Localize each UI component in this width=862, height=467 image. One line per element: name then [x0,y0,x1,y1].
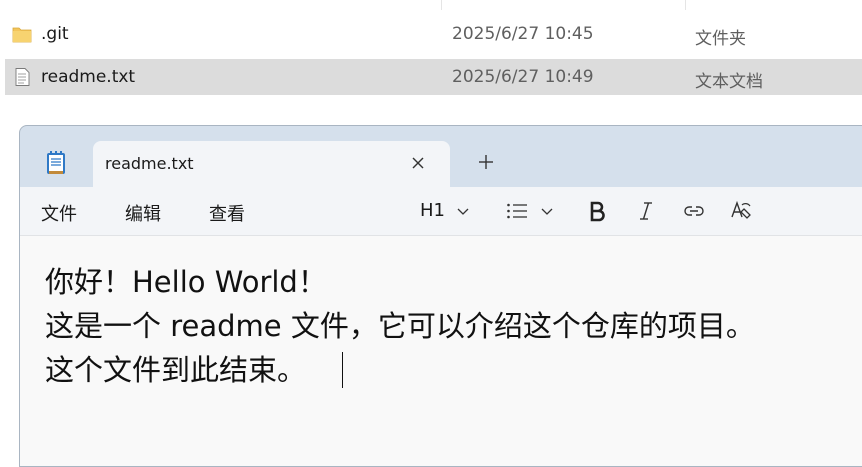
italic-icon[interactable] [636,199,656,223]
file-name: .git [41,24,69,44]
editor-line: 这个文件到此结束。 [45,353,307,387]
column-separator [441,0,442,10]
bold-icon[interactable] [587,199,607,223]
chevron-down-icon [541,208,553,215]
column-separator [685,0,686,10]
text-file-icon [15,68,30,86]
file-date: 2025/6/27 10:49 [452,67,594,87]
clear-formatting-icon[interactable] [730,199,754,223]
menu-view[interactable]: 查看 [209,200,245,226]
notepad-app-icon [47,151,65,174]
menu-file[interactable]: 文件 [41,200,77,226]
new-tab-plus-icon[interactable] [476,152,496,172]
file-date: 2025/6/27 10:45 [452,24,594,44]
file-type: 文本文档 [695,72,763,92]
list-dropdown[interactable] [506,199,558,223]
heading-label: H1 [420,200,445,221]
editor-line: 你好！Hello World！ [45,265,327,299]
notepad-window: readme.txt 文件 编辑 查看 H1 你好！Hello World！ 这… [19,125,862,467]
link-icon[interactable] [682,199,706,223]
close-icon[interactable] [407,152,429,174]
chevron-down-icon [457,208,469,215]
file-explorer-list: .git 2025/6/27 10:45 文件夹 readme.txt 2025… [0,0,862,120]
file-row-git[interactable]: .git 2025/6/27 10:45 文件夹 [5,16,862,52]
tab-title: readme.txt [105,154,194,173]
file-name: readme.txt [41,67,136,87]
menu-edit[interactable]: 编辑 [125,200,161,226]
tab-readme[interactable]: readme.txt [93,141,450,187]
menu-bar: 文件 编辑 查看 H1 [20,187,862,236]
text-editor[interactable]: 你好！Hello World！ 这是一个 readme 文件，它可以介绍这个仓库… [20,236,862,466]
editor-line: 这是一个 readme 文件，它可以介绍这个仓库的项目。 [45,309,755,343]
heading-dropdown[interactable]: H1 [420,199,472,223]
text-cursor [342,352,343,388]
folder-icon [12,27,32,43]
file-type: 文件夹 [695,29,746,49]
bullet-list-icon [507,203,527,219]
file-row-readme[interactable]: readme.txt 2025/6/27 10:49 文本文档 [5,59,862,95]
